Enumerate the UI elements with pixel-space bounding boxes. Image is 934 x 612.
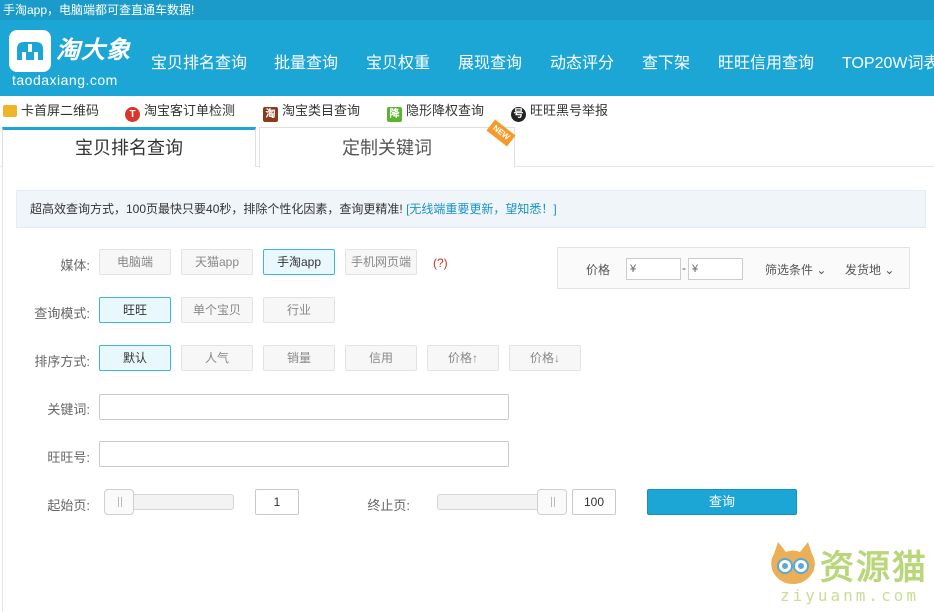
tab-rank-query[interactable]: 宝贝排名查询 [2, 127, 256, 167]
brand-domain: taodaxiang.com [12, 72, 118, 88]
quick-link-label: 隐形降权查询 [406, 103, 485, 118]
media-option-taobao-app[interactable]: 手淘app [263, 249, 335, 275]
site-header: 淘大象 taodaxiang.com 宝贝排名查询 批量查询 宝贝权重 展现查询… [0, 20, 934, 96]
price-min-input[interactable]: ¥ [626, 258, 681, 280]
quick-link-label: 旺旺黑号举报 [530, 103, 609, 118]
media-option-tmall-app[interactable]: 天猫app [181, 249, 253, 275]
notice-text: 超高效查询方式，100页最快只要40秒，排除个性化因素，查询更精准! [30, 202, 403, 216]
start-page-input[interactable]: 1 [255, 489, 299, 515]
media-option-mobile-web[interactable]: 手机网页端 [345, 249, 417, 275]
taobaoke-icon: T [125, 107, 140, 122]
media-label: 媒体: [60, 258, 90, 273]
ship-from-dropdown[interactable]: 发货地 ⌄ [845, 261, 894, 278]
ship-from-label: 发货地 [845, 263, 882, 277]
nav-item-exposure-query[interactable]: 展现查询 [458, 49, 522, 73]
brand-title[interactable]: 淘大象 [56, 30, 131, 65]
wangwang-label: 旺旺号: [47, 450, 90, 465]
start-page-label: 起始页: [47, 498, 90, 513]
hao-icon: 号 [511, 107, 526, 122]
quick-link-label: 淘宝类目查询 [282, 103, 361, 118]
content-frame-border [2, 167, 3, 612]
keyword-input[interactable] [99, 394, 509, 420]
end-page-label: 终止页: [367, 498, 410, 513]
quick-link-hidden-demotion[interactable]: 降隐形降权查询 [387, 100, 484, 122]
price-label: 价格 [586, 263, 611, 277]
nav-item-batch-query[interactable]: 批量查询 [274, 49, 338, 73]
mode-option-single-item[interactable]: 单个宝贝 [181, 297, 253, 323]
nav-item-delisting[interactable]: 查下架 [642, 49, 690, 73]
quick-link-label: 淘宝客订单检测 [144, 103, 236, 118]
quick-link-blacklist-report[interactable]: 号旺旺黑号举报 [511, 100, 608, 122]
jiang-icon: 降 [387, 107, 402, 122]
nav-item-rank-query[interactable]: 宝贝排名查询 [151, 49, 247, 73]
cat-watermark-icon [771, 542, 815, 584]
nav-item-top20w-words[interactable]: TOP20W词表 [842, 49, 934, 73]
end-page-input[interactable]: 100 [572, 489, 616, 515]
price-max-input[interactable]: ¥ [688, 258, 743, 280]
sort-option-default[interactable]: 默认 [99, 345, 171, 371]
promo-topbar: 手淘app，电脑端都可查直通车数据! [0, 0, 934, 20]
wangwang-input[interactable] [99, 441, 509, 467]
mode-option-industry[interactable]: 行业 [263, 297, 335, 323]
quick-link-taobaoke-check[interactable]: T 淘宝客订单检测 [125, 100, 235, 122]
query-button[interactable]: 查询 [647, 489, 797, 515]
quick-link-qrcode[interactable]: 卡首屏二维码 [3, 100, 99, 122]
tab-custom-keyword[interactable]: 定制关键词 [259, 127, 515, 167]
quick-link-category-query[interactable]: 淘淘宝类目查询 [263, 100, 360, 122]
nav-item-wangwang-credit[interactable]: 旺旺信用查询 [718, 49, 814, 73]
sort-option-credit[interactable]: 信用 [345, 345, 417, 371]
watermark-text: 资源猫 [820, 548, 928, 588]
start-page-slider-handle[interactable] [104, 489, 134, 515]
crown-icon [3, 105, 17, 117]
sort-option-price-asc[interactable]: 价格↑ [427, 345, 499, 371]
price-filter-panel: 价格 ¥ - ¥ 筛选条件 ⌄ 发货地 ⌄ [557, 247, 910, 289]
sort-option-sales[interactable]: 销量 [263, 345, 335, 371]
nav-item-item-weight[interactable]: 宝贝权重 [366, 49, 430, 73]
price-dash: - [682, 261, 686, 275]
watermark-url: ziyuanm.com [780, 586, 919, 605]
chevron-down-icon: ⌄ [813, 263, 827, 277]
media-help-link[interactable]: (?) [433, 256, 448, 270]
sort-option-price-desc[interactable]: 价格↓ [509, 345, 581, 371]
end-page-slider-handle[interactable] [537, 489, 567, 515]
mode-option-wangwang[interactable]: 旺旺 [99, 297, 171, 323]
notice-banner: 超高效查询方式，100页最快只要40秒，排除个性化因素，查询更精准! [无线端重… [16, 190, 926, 228]
keyword-label: 关键词: [47, 402, 90, 417]
nav-item-dsr-score[interactable]: 动态评分 [550, 49, 614, 73]
notice-link[interactable]: [无线端重要更新，望知悉！] [406, 202, 557, 216]
filter-conditions-label: 筛选条件 [765, 263, 814, 277]
query-mode-label: 查询模式: [34, 306, 90, 321]
quick-link-label: 卡首屏二维码 [21, 103, 100, 118]
sort-option-popularity[interactable]: 人气 [181, 345, 253, 371]
media-option-pc[interactable]: 电脑端 [99, 249, 171, 275]
elephant-logo-icon[interactable] [9, 30, 51, 72]
filter-conditions-dropdown[interactable]: 筛选条件 ⌄ [765, 261, 826, 278]
sort-label: 排序方式: [34, 354, 90, 369]
tab-bar: 宝贝排名查询 定制关键词 [0, 127, 934, 167]
chevron-down-icon: ⌄ [881, 263, 895, 277]
tao-icon: 淘 [263, 107, 278, 122]
